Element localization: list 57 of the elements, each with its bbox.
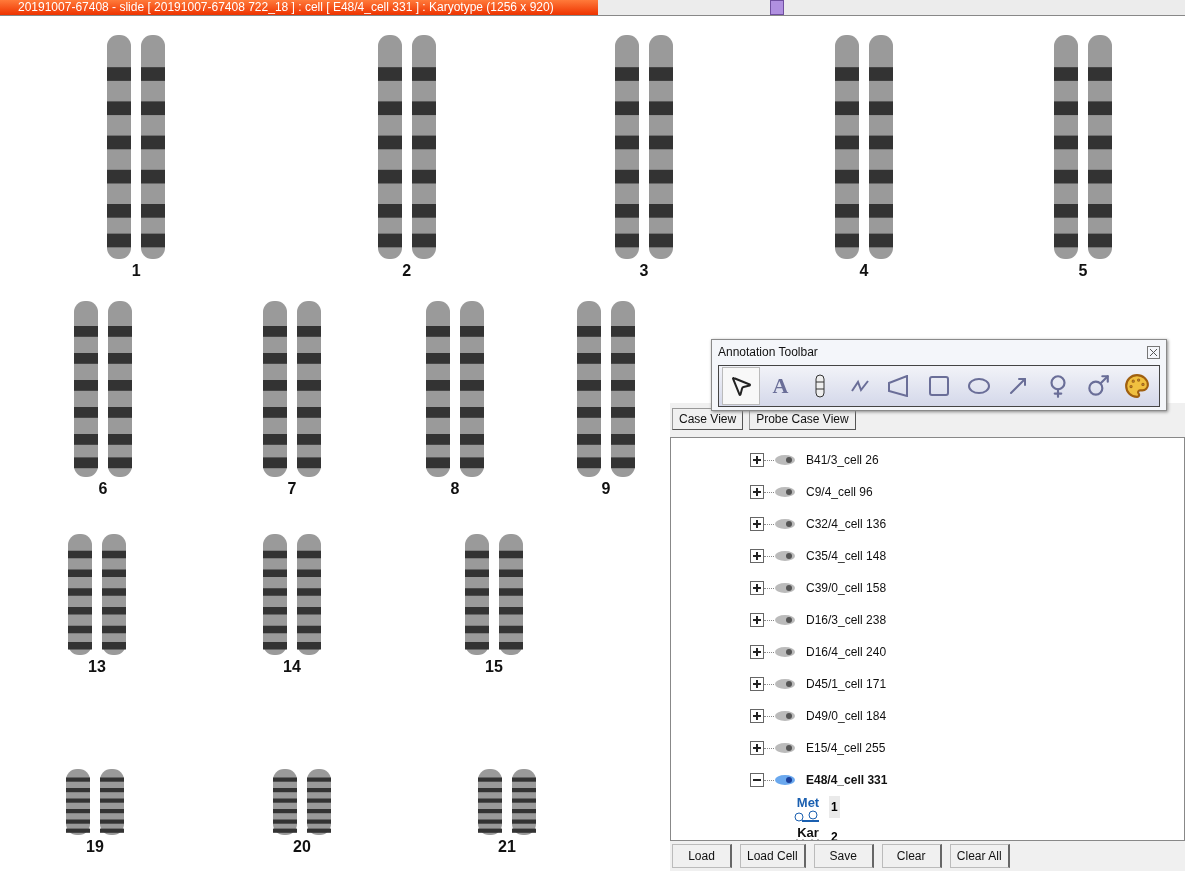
expand-icon[interactable] bbox=[750, 549, 764, 563]
cell-label[interactable]: D16/3_cell 238 bbox=[806, 613, 887, 627]
cell-label[interactable]: D49/0_cell 184 bbox=[806, 709, 887, 723]
expand-icon[interactable] bbox=[750, 613, 764, 627]
panel-button[interactable]: Clear All bbox=[949, 844, 1010, 868]
cell-label[interactable]: B41/3_cell 26 bbox=[806, 453, 879, 467]
view-tab[interactable]: Case View bbox=[672, 408, 744, 430]
expand-icon[interactable] bbox=[750, 645, 764, 659]
chromosome-number: 9 bbox=[601, 479, 611, 499]
chromosome-icon bbox=[815, 374, 826, 398]
palette-icon bbox=[1124, 373, 1151, 399]
cell-label[interactable]: C32/4_cell 136 bbox=[806, 517, 887, 531]
pointer-tool-button[interactable] bbox=[723, 368, 759, 404]
cell-label[interactable]: E48/4_cell 331 bbox=[806, 773, 888, 787]
expand-icon[interactable] bbox=[750, 677, 764, 691]
panel-button[interactable]: Load bbox=[672, 844, 732, 868]
chromosome-number: 8 bbox=[450, 479, 460, 499]
expand-icon[interactable] bbox=[750, 517, 764, 531]
toolbar-title: Annotation Toolbar bbox=[718, 345, 818, 359]
chromosome-number: 20 bbox=[293, 837, 311, 857]
image-type-tag: Kar bbox=[797, 826, 819, 839]
chromosome-number: 3 bbox=[639, 261, 649, 281]
image-type-tag: Met bbox=[796, 796, 820, 809]
rectangle-icon bbox=[927, 374, 951, 398]
chromosome-number: 1 bbox=[131, 261, 141, 281]
expand-icon[interactable] bbox=[750, 453, 764, 467]
cell-label[interactable]: C35/4_cell 148 bbox=[806, 549, 887, 563]
panel-button[interactable]: Load Cell bbox=[740, 844, 806, 868]
chromosome-number: 19 bbox=[86, 837, 104, 857]
chromosome-number: 7 bbox=[287, 479, 297, 499]
text-tool-button[interactable]: A bbox=[762, 368, 799, 404]
chromosome-number: 5 bbox=[1078, 261, 1088, 281]
expand-icon[interactable] bbox=[750, 581, 764, 595]
cell-label[interactable]: C9/4_cell 96 bbox=[806, 485, 873, 499]
collapse-icon[interactable] bbox=[750, 773, 764, 787]
image-number[interactable]: 1 bbox=[829, 796, 840, 818]
chromosome-number: 14 bbox=[283, 657, 301, 677]
scroll-marker bbox=[770, 0, 784, 15]
panel-button[interactable]: Clear bbox=[881, 844, 942, 868]
panel-button[interactable]: Save bbox=[813, 844, 874, 868]
expand-icon[interactable] bbox=[750, 709, 764, 723]
cell-label[interactable]: C39/0_cell 158 bbox=[806, 581, 887, 595]
ellipse-icon bbox=[967, 378, 990, 394]
window-title: 20191007-67408 - slide [ 20191007-67408 722_18 ] : cell [ E48/4_cell 331 ] : Karyotype (1256 x 920) bbox=[0, 0, 598, 15]
chromosome-number: 4 bbox=[859, 261, 869, 281]
chromosome-number: 2 bbox=[402, 261, 412, 281]
expand-icon[interactable] bbox=[750, 741, 764, 755]
cell-label[interactable]: D16/4_cell 240 bbox=[806, 645, 887, 659]
close-icon[interactable] bbox=[1147, 345, 1160, 359]
chromosome-number: 13 bbox=[88, 657, 106, 677]
chromosome-number: 15 bbox=[485, 657, 503, 677]
chromosome-number: 21 bbox=[498, 837, 516, 857]
cell-label[interactable]: D45/1_cell 171 bbox=[806, 677, 887, 691]
expand-icon[interactable] bbox=[750, 485, 764, 499]
cell-label[interactable]: E15/4_cell 255 bbox=[806, 741, 886, 755]
freehand-icon bbox=[849, 379, 870, 393]
chromosome-number: 6 bbox=[98, 479, 108, 499]
